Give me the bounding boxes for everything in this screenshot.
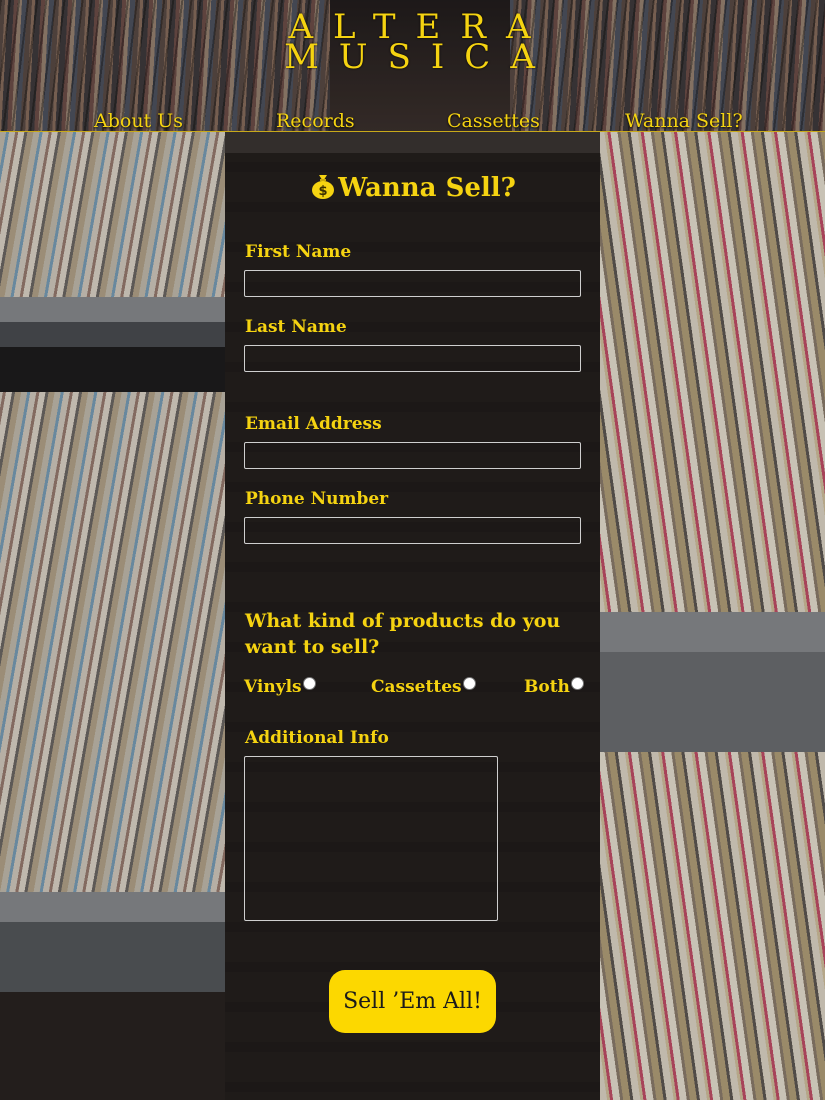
last-name-label: Last Name	[245, 317, 347, 337]
radio-vinyls[interactable]	[302, 677, 316, 690]
option-vinyls[interactable]: Vinyls	[244, 677, 316, 697]
option-both-label: Both	[524, 677, 570, 697]
nav-cassettes[interactable]: Cassettes	[447, 110, 540, 132]
form-title-text: Wanna Sell?	[338, 173, 516, 203]
nav-divider	[0, 131, 825, 132]
first-name-label: First Name	[245, 242, 352, 262]
option-cassettes[interactable]: Cassettes	[371, 677, 476, 697]
last-name-field[interactable]	[244, 345, 581, 372]
option-vinyls-label: Vinyls	[244, 677, 302, 697]
sell-em-all-button[interactable]: Sell ’Em All!	[329, 970, 496, 1033]
first-name-field[interactable]	[244, 270, 581, 297]
radio-both[interactable]	[570, 677, 584, 690]
logo-line-2[interactable]: MUSICA	[0, 40, 825, 74]
nav-wanna-sell[interactable]: Wanna Sell?	[625, 110, 743, 132]
nav-records[interactable]: Records	[276, 110, 355, 132]
phone-label: Phone Number	[245, 489, 389, 509]
option-cassettes-label: Cassettes	[371, 677, 462, 697]
email-label: Email Address	[245, 414, 382, 434]
email-field[interactable]	[244, 442, 581, 469]
money-bag-icon: $	[309, 172, 337, 200]
svg-text:$: $	[319, 184, 328, 199]
phone-field[interactable]	[244, 517, 581, 544]
form-title: $ Wanna Sell?	[0, 172, 825, 203]
additional-info-textarea[interactable]	[244, 756, 498, 921]
radio-cassettes[interactable]	[462, 677, 476, 690]
product-type-question: What kind of products do you want to sel…	[245, 610, 561, 658]
option-both[interactable]: Both	[524, 677, 584, 697]
nav-about-us[interactable]: About Us	[94, 110, 183, 132]
additional-info-label: Additional Info	[245, 728, 389, 748]
